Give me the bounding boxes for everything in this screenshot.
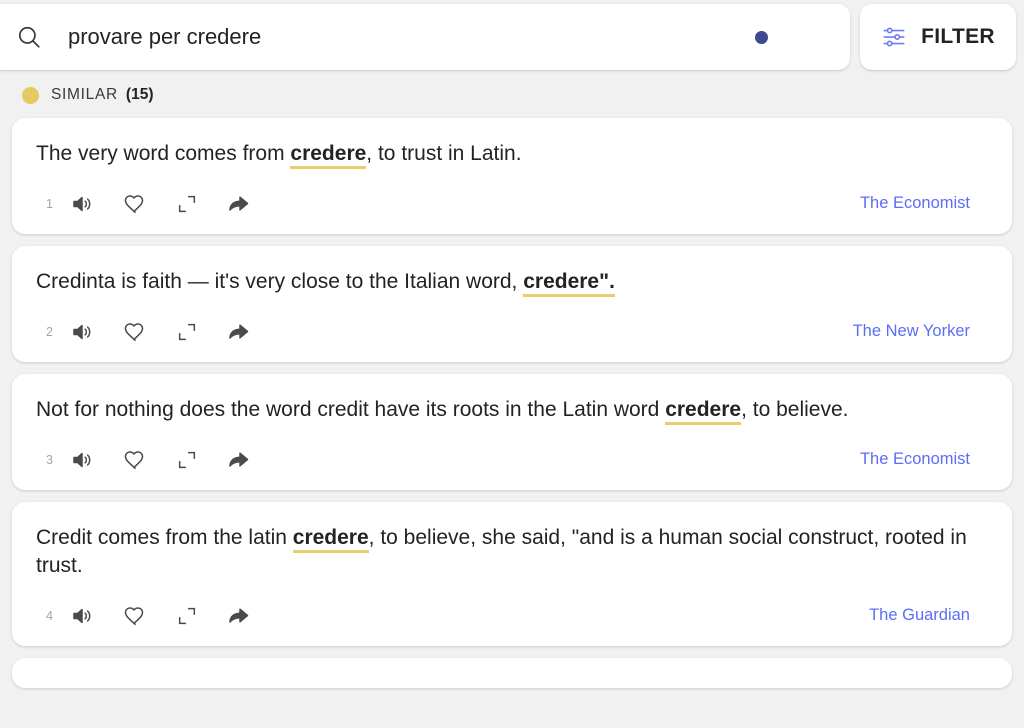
search-bar[interactable] (0, 4, 850, 70)
action-icons (70, 603, 252, 629)
highlight-term: credere (665, 398, 741, 425)
heart-icon[interactable] (122, 191, 148, 217)
speaker-icon[interactable] (70, 447, 96, 473)
search-icon[interactable] (12, 20, 46, 54)
similar-indicator-dot (22, 87, 39, 104)
result-card-1[interactable]: The very word comes from credere, to tru… (12, 118, 1012, 234)
result-card-4[interactable]: Credit comes from the latin credere, to … (12, 502, 1012, 646)
section-header: SIMILAR (15) (0, 70, 1024, 118)
card-footer: 2 (36, 312, 988, 352)
highlight-term: credere (293, 526, 369, 553)
result-index: 1 (36, 197, 62, 211)
highlight-term: credere". (523, 270, 615, 297)
speaker-icon[interactable] (70, 319, 96, 345)
share-icon[interactable] (226, 191, 252, 217)
result-sentence: Credinta is faith — it's very close to t… (36, 268, 988, 296)
filter-label: FILTER (921, 25, 995, 49)
highlight-term: credere (290, 142, 366, 169)
action-icons (70, 447, 252, 473)
sentence-suffix: , to trust in Latin. (366, 142, 521, 165)
section-title: SIMILAR (51, 86, 118, 104)
result-sentence: Credit comes from the latin credere, to … (36, 524, 988, 580)
expand-icon[interactable] (174, 191, 200, 217)
sentence-prefix: Credit comes from the latin (36, 526, 293, 549)
sentence-prefix: Not for nothing does the word credit hav… (36, 398, 665, 421)
speaker-icon[interactable] (70, 191, 96, 217)
source-link[interactable]: The Economist (860, 194, 988, 213)
source-link[interactable]: The New Yorker (853, 322, 988, 341)
action-icons (70, 191, 252, 217)
loading-dot (755, 31, 768, 44)
expand-icon[interactable] (174, 603, 200, 629)
heart-icon[interactable] (122, 447, 148, 473)
result-index: 3 (36, 453, 62, 467)
section-count: (15) (126, 86, 154, 104)
sentence-prefix: The very word comes from (36, 142, 290, 165)
card-footer: 4 (36, 596, 988, 636)
source-link[interactable]: The Guardian (869, 606, 988, 625)
share-icon[interactable] (226, 319, 252, 345)
share-icon[interactable] (226, 603, 252, 629)
expand-icon[interactable] (174, 447, 200, 473)
speaker-icon[interactable] (70, 603, 96, 629)
result-card-2[interactable]: Credinta is faith — it's very close to t… (12, 246, 1012, 362)
heart-icon[interactable] (122, 319, 148, 345)
result-sentence: The very word comes from credere, to tru… (36, 140, 988, 168)
search-input[interactable] (46, 4, 755, 70)
share-icon[interactable] (226, 447, 252, 473)
result-card-partial[interactable] (12, 658, 1012, 688)
result-card-3[interactable]: Not for nothing does the word credit hav… (12, 374, 1012, 490)
card-footer: 1 (36, 184, 988, 224)
results-list: The very word comes from credere, to tru… (0, 118, 1024, 688)
search-header: FILTER (0, 0, 1024, 70)
sentence-prefix: Credinta is faith — it's very close to t… (36, 270, 523, 293)
sentence-suffix: , to believe. (741, 398, 848, 421)
action-icons (70, 319, 252, 345)
expand-icon[interactable] (174, 319, 200, 345)
result-sentence: Not for nothing does the word credit hav… (36, 396, 988, 424)
result-index: 2 (36, 325, 62, 339)
sliders-icon (881, 24, 907, 50)
filter-button[interactable]: FILTER (860, 4, 1016, 70)
card-footer: 3 (36, 440, 988, 480)
result-index: 4 (36, 609, 62, 623)
heart-icon[interactable] (122, 603, 148, 629)
source-link[interactable]: The Economist (860, 450, 988, 469)
